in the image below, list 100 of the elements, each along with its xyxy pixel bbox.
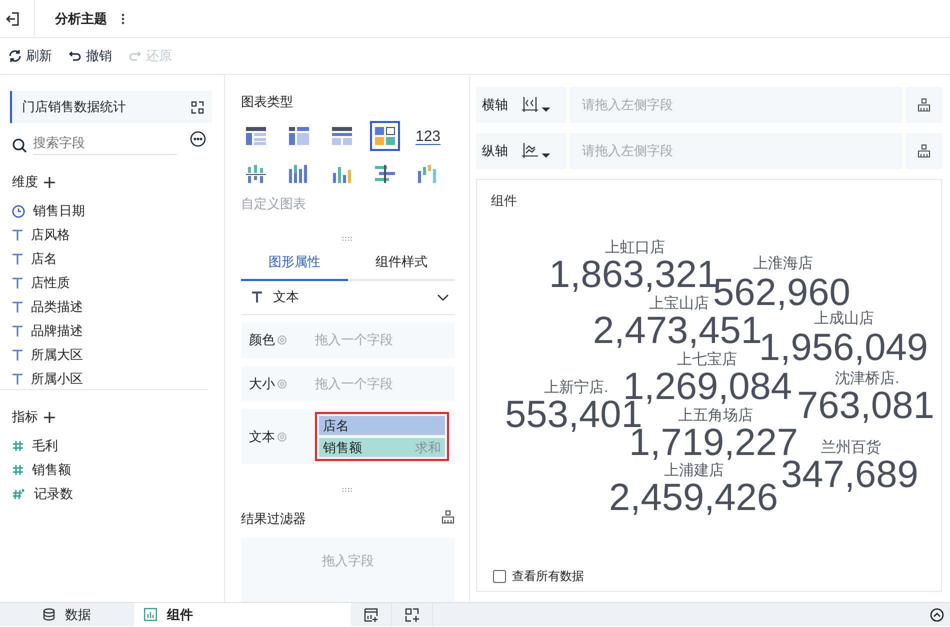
collapse-icon[interactable] [930,608,944,622]
section-title: 图表类型 [241,93,294,111]
dataset-name: 门店销售数据统计 [22,98,126,116]
search-icon [12,138,27,152]
word-cloud-label: 上淮海店 [753,256,813,271]
chart-type-icon [246,127,266,145]
field-label: 品牌描述 [31,322,83,340]
word-cloud-label: 上七宝店 [677,352,737,367]
clear-icon[interactable] [917,98,931,112]
drop-placeholder: 请拖入左侧字段 [582,96,673,114]
show-all-checkbox[interactable]: 查看所有数据 [493,568,584,585]
clear-cell[interactable] [906,87,942,123]
bottom-tab[interactable]: 数据 [0,603,134,626]
field-item[interactable]: 销售额 [0,458,224,482]
more-options-icon[interactable] [190,131,206,147]
field-item[interactable]: 记录数 [0,482,224,506]
clock-icon [12,204,25,218]
text-type-icon [12,277,23,289]
text-type-icon [12,253,23,265]
word-cloud-value: 763,081 [797,387,934,425]
add-icon[interactable] [44,176,55,188]
axis-label: 横轴 [482,96,508,114]
chart-type-button[interactable] [370,121,400,151]
axis-label: 纵轴 [482,142,508,160]
field-label: 店名 [31,250,57,268]
drag-handle-icon[interactable] [342,237,354,241]
field-label: 所属大区 [31,346,83,364]
dataset-header[interactable]: 门店销售数据统计 [10,91,212,123]
field-item[interactable]: 店风格 [0,223,208,247]
checkbox[interactable] [493,570,506,583]
field-label: 所属小区 [31,370,83,388]
chart-type-icon [289,165,309,183]
switch-icon[interactable] [191,100,204,114]
field-label: 记录数 [34,485,73,503]
search-field[interactable]: 搜索字段 [33,135,177,155]
property-label: 颜色 [249,331,275,350]
field-chip[interactable]: 店名 [319,416,445,436]
field-item[interactable]: 毛利 [0,434,224,458]
word-cloud-label: 上成山店 [814,311,874,326]
hash-icon [12,440,24,452]
field-label: 销售额 [32,461,71,479]
field-item[interactable]: 品类描述 [0,295,208,319]
clear-cell[interactable] [906,133,942,169]
refresh-button[interactable]: 刷新 [8,47,52,65]
chevron-down-icon [437,294,449,301]
field-item[interactable]: 所属大区 [0,343,208,367]
drag-handle-icon[interactable] [342,488,354,492]
field-item[interactable]: 所属小区 [0,367,208,389]
bar-chart-icon [144,608,157,621]
exit-icon[interactable] [6,12,20,26]
field-item[interactable]: 销售日期 [0,199,208,223]
word-cloud-label: 上虹口店 [605,240,665,255]
word-cloud-value: 2,459,426 [609,479,778,517]
redo-icon [128,49,142,63]
field-item[interactable]: 店性质 [0,271,208,295]
field-chip[interactable]: 销售额 求和 [319,438,445,458]
word-cloud-label: 沈津桥店. [835,371,900,386]
field-label: 店性质 [31,274,70,292]
x-axis-icon[interactable] [522,96,550,114]
chart-type-button[interactable]: 123 [413,121,443,151]
field-label: 品类描述 [31,298,83,316]
property-tab[interactable]: 组件样式 [348,244,455,281]
text-type-icon [12,229,23,241]
undo-icon [68,49,82,63]
field-name: 销售额 [323,438,362,457]
text-type-icon [251,291,263,304]
undo-button[interactable]: 撤销 [68,47,112,65]
word-cloud-label: 上五角场店 [678,408,753,423]
field-label: 店风格 [31,226,70,244]
drop-placeholder: 拖入字段 [322,552,374,570]
database-icon [43,608,55,621]
drop-placeholder: 请拖入左侧字段 [582,142,673,160]
property-tab[interactable]: 图形属性 [241,244,348,281]
clear-icon[interactable] [917,144,931,158]
word-cloud-value: 347,689 [781,456,918,494]
chart-type-icon [375,127,395,145]
property-label: 文本 [249,428,275,446]
bottom-tab[interactable]: 组件 [134,603,351,626]
refresh-icon [8,49,22,63]
more-icon[interactable] [121,12,125,24]
field-item[interactable]: 品牌描述 [0,319,208,343]
analysis-title: 分析主题 [55,10,107,28]
chart-type-icon [289,127,309,145]
chart-type-icon [418,165,438,183]
add-chart-icon[interactable] [364,608,378,622]
add-icon[interactable] [44,412,55,422]
y-axis-icon[interactable] [522,142,550,160]
section-title: 维度 [12,173,38,191]
field-label: 毛利 [32,437,58,455]
hash-icon [12,464,24,476]
clear-icon[interactable] [441,510,455,524]
field-item[interactable]: 店名 [0,247,208,271]
field-slot[interactable]: 店名 销售额 求和 [315,412,449,462]
mark-type-dropdown[interactable]: 文本 [241,280,455,315]
chart-type-icon [246,165,266,183]
aggregation-label: 求和 [415,438,441,457]
field-label: 销售日期 [33,202,85,220]
hash-star-icon [12,488,26,500]
component-title: 组件 [491,192,517,210]
add-component-icon[interactable] [405,608,419,622]
